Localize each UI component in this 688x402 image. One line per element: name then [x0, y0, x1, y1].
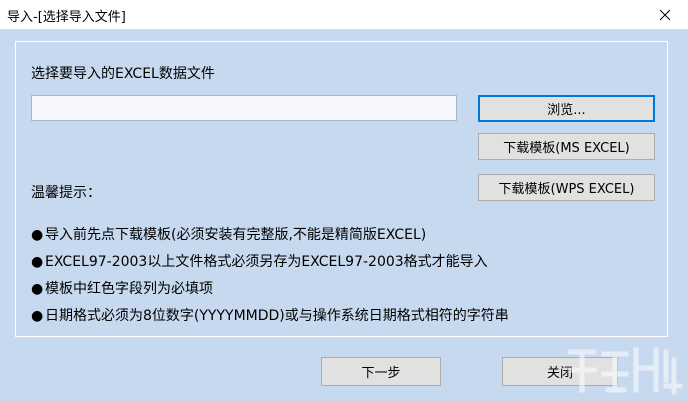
file-path-input[interactable]	[31, 95, 457, 121]
tip-text: 日期格式必须为8位数字(YYYYMMDD)或与操作系统日期格式相符的字符串	[45, 308, 509, 324]
bullet: ●	[31, 308, 44, 324]
bullet: ●	[31, 254, 44, 270]
import-dialog: 导入-[选择导入文件] 选择要导入的EXCEL数据文件 浏览... 下载模板(M…	[0, 0, 688, 402]
tip-text: 导入前先点下载模板(必须安装有完整版,不能是精简版EXCEL)	[45, 227, 427, 243]
window-close-button[interactable]	[642, 0, 688, 29]
import-options-group: 选择要导入的EXCEL数据文件 浏览... 下载模板(MS EXCEL) 下载模…	[15, 41, 668, 337]
download-wps-template-button[interactable]: 下载模板(WPS EXCEL)	[478, 174, 655, 201]
download-ms-template-button[interactable]: 下载模板(MS EXCEL)	[478, 133, 655, 160]
tips-title: 温馨提示：	[31, 185, 101, 201]
next-step-button[interactable]: 下一步	[321, 357, 441, 386]
watermark-logo	[567, 347, 683, 395]
tip-item: ● 导入前先点下载模板(必须安装有完整版,不能是精简版EXCEL)	[31, 224, 426, 244]
tip-item: ● 日期格式必须为8位数字(YYYYMMDD)或与操作系统日期格式相符的字符串	[31, 305, 509, 325]
select-file-label: 选择要导入的EXCEL数据文件	[31, 66, 215, 82]
title-bar[interactable]: 导入-[选择导入文件]	[0, 0, 688, 29]
window-title: 导入-[选择导入文件]	[7, 10, 126, 25]
tip-item: ● 模板中红色字段列为必填项	[31, 278, 213, 298]
bullet: ●	[31, 281, 44, 297]
tip-item: ● EXCEL97-2003以上文件格式必须另存为EXCEL97-2003格式才能…	[31, 251, 488, 271]
close-icon	[659, 9, 671, 20]
browse-button[interactable]: 浏览...	[478, 95, 655, 122]
tip-text: 模板中红色字段列为必填项	[45, 281, 213, 297]
tip-text: EXCEL97-2003以上文件格式必须另存为EXCEL97-2003格式才能导…	[45, 254, 488, 270]
bullet: ●	[31, 227, 44, 243]
